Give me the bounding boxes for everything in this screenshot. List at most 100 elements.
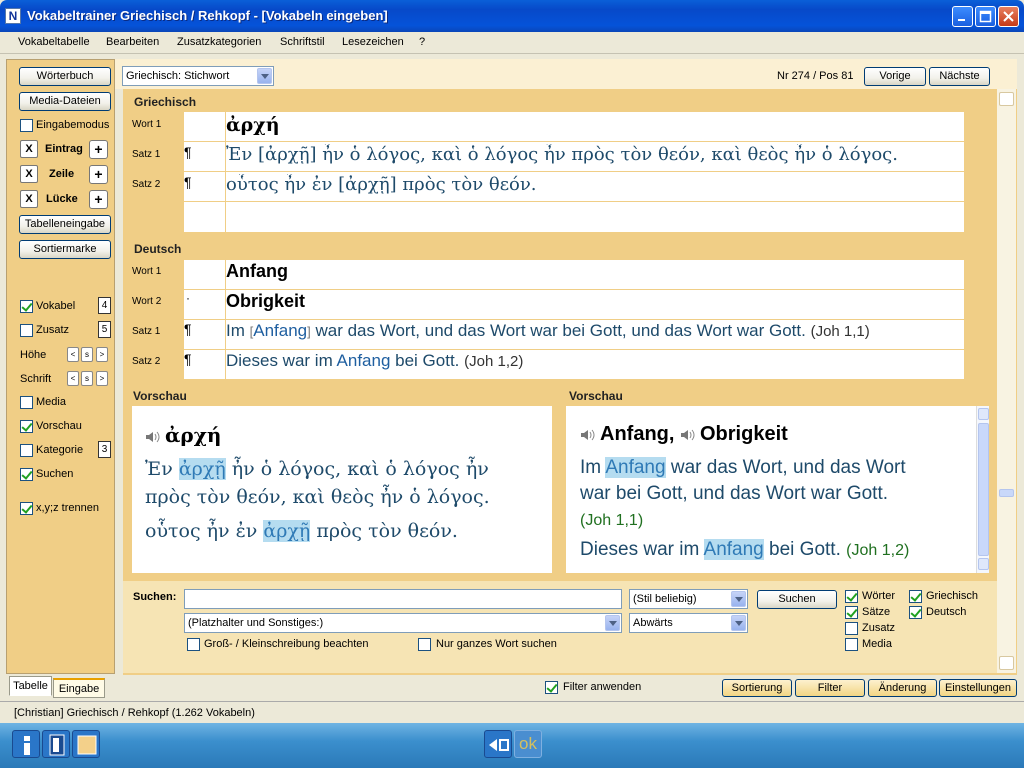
deutsch-checkbox[interactable] bbox=[909, 606, 922, 619]
vorschau-checkbox[interactable] bbox=[20, 420, 33, 433]
kategorie-checkbox[interactable] bbox=[20, 444, 33, 457]
vorschau-left-s2-post: πρὸς τὸν θεόν. bbox=[310, 520, 458, 542]
book-button[interactable] bbox=[42, 730, 70, 758]
filter-button[interactable]: Filter bbox=[795, 679, 865, 697]
eingabemodus-checkbox[interactable] bbox=[20, 119, 33, 132]
vorschau-right-s2-post: bei Gott. bbox=[763, 539, 841, 560]
kategorie-number[interactable]: 3 bbox=[98, 441, 111, 458]
naechste-button[interactable]: Nächste bbox=[929, 67, 990, 86]
eintrag-add-button[interactable]: + bbox=[89, 140, 108, 159]
suchen-button[interactable]: Suchen bbox=[757, 590, 837, 609]
deutsch-word1-cell[interactable]: Anfang bbox=[226, 261, 288, 282]
stil-select[interactable]: (Stil beliebig) bbox=[629, 589, 748, 609]
menu-schriftstil[interactable]: Schriftstil bbox=[280, 36, 325, 48]
platzhalter-select-value: (Platzhalter und Sonstiges:) bbox=[188, 617, 324, 629]
luecke-add-button[interactable]: + bbox=[89, 190, 108, 209]
vorige-button[interactable]: Vorige bbox=[864, 67, 926, 86]
einstellungen-button[interactable]: Einstellungen bbox=[939, 679, 1017, 697]
search-media-checkbox[interactable] bbox=[845, 638, 858, 651]
deutsch-satz2-cell[interactable]: Dieses war im Anfang bei Gott. (Joh 1,2) bbox=[226, 351, 523, 371]
vokabel-number[interactable]: 4 bbox=[98, 297, 111, 314]
luecke-remove-button[interactable]: X bbox=[20, 190, 38, 208]
app-icon[interactable]: N bbox=[5, 8, 21, 24]
zeile-add-button[interactable]: + bbox=[89, 165, 108, 184]
griechisch-checkbox[interactable] bbox=[909, 590, 922, 603]
greek-satz1-cell[interactable]: Ἐν [ἀρχῇ] ἦν ὁ λόγος, καὶ ὁ λόγος ἦν πρὸ… bbox=[226, 144, 962, 165]
row-label-satz2: Satz 2 bbox=[132, 356, 161, 367]
row-label-satz1: Satz 1 bbox=[132, 149, 161, 160]
tab-eingabe[interactable]: Eingabe bbox=[53, 678, 105, 698]
zusatz-number[interactable]: 5 bbox=[98, 321, 111, 338]
speaker-icon[interactable] bbox=[680, 429, 696, 441]
vokabel-checkbox[interactable] bbox=[20, 300, 33, 313]
suchen-checkbox[interactable] bbox=[20, 468, 33, 481]
vorschau-scrollbar[interactable] bbox=[976, 406, 989, 573]
close-icon bbox=[1003, 11, 1014, 22]
scroll-up-icon[interactable] bbox=[999, 92, 1014, 106]
media-dateien-button[interactable]: Media-Dateien bbox=[19, 92, 111, 111]
sortierung-button[interactable]: Sortierung bbox=[722, 679, 792, 697]
scroll-up-icon[interactable] bbox=[978, 408, 989, 420]
schrift-increase-button[interactable]: > bbox=[96, 371, 108, 386]
zusatz-checkbox[interactable] bbox=[20, 324, 33, 337]
menu-zusatzkategorien[interactable]: Zusatzkategorien bbox=[177, 36, 261, 48]
xyz-trennen-checkbox[interactable] bbox=[20, 502, 33, 515]
speaker-icon[interactable] bbox=[580, 429, 596, 441]
platzhalter-select[interactable]: (Platzhalter und Sonstiges:) bbox=[184, 613, 622, 633]
eintrag-remove-button[interactable]: X bbox=[20, 140, 38, 158]
tab-tabelle[interactable]: Tabelle bbox=[9, 676, 52, 696]
close-button[interactable] bbox=[998, 6, 1019, 27]
filter-anwenden-checkbox[interactable] bbox=[545, 681, 558, 694]
title-bar: N Vokabeltrainer Griechisch / Rehkopf - … bbox=[0, 0, 1024, 32]
scroll-down-icon[interactable] bbox=[978, 558, 989, 570]
richtung-select-value: Abwärts bbox=[633, 617, 673, 629]
minimize-button[interactable] bbox=[952, 6, 973, 27]
hoehe-decrease-button[interactable]: < bbox=[67, 347, 79, 362]
search-zusatz-checkbox[interactable] bbox=[845, 622, 858, 635]
ok-button[interactable]: ok bbox=[514, 730, 542, 758]
language-select[interactable]: Griechisch: Stichwort bbox=[122, 66, 274, 86]
scrollbar-thumb[interactable] bbox=[978, 423, 989, 556]
zeile-remove-button[interactable]: X bbox=[20, 165, 38, 183]
schrift-standard-button[interactable]: s bbox=[81, 371, 93, 386]
scrollbar-thumb[interactable] bbox=[999, 489, 1014, 497]
richtung-select[interactable]: Abwärts bbox=[629, 613, 748, 633]
luecke-label: Lücke bbox=[46, 193, 78, 205]
main-scrollbar[interactable] bbox=[997, 89, 1016, 673]
speaker-icon[interactable] bbox=[145, 431, 161, 443]
vorschau-left-s1-pre: Ἐν bbox=[145, 458, 179, 480]
woerterbuch-button[interactable]: Wörterbuch bbox=[19, 67, 111, 86]
sortiermarke-button[interactable]: Sortiermarke bbox=[19, 240, 111, 259]
saetze-checkbox[interactable] bbox=[845, 606, 858, 619]
info-button[interactable] bbox=[12, 730, 40, 758]
deutsch-word2-cell[interactable]: Obrigkeit bbox=[226, 291, 305, 312]
woerter-checkbox[interactable] bbox=[845, 590, 858, 603]
vorschau-right-s2-pre: Dieses war im bbox=[580, 539, 704, 560]
maximize-button[interactable] bbox=[975, 6, 996, 27]
media-checkbox[interactable] bbox=[20, 396, 33, 409]
vorschau-right-s1-keyword: Anfang bbox=[605, 457, 666, 478]
menu-vokabeltabelle[interactable]: Vokabeltabelle bbox=[18, 36, 90, 48]
menu-bearbeiten[interactable]: Bearbeiten bbox=[106, 36, 159, 48]
chevron-down-icon bbox=[605, 615, 620, 631]
aenderung-button[interactable]: Änderung bbox=[868, 679, 937, 697]
tabelleneingabe-button[interactable]: Tabelleneingabe bbox=[19, 215, 111, 234]
language-select-value: Griechisch: Stichwort bbox=[126, 70, 230, 82]
vorschau-left-satz2: οὗτος ἦν ἐν ἀρχῇ πρὸς τὸν θεόν. bbox=[145, 517, 458, 545]
hoehe-standard-button[interactable]: s bbox=[81, 347, 93, 362]
card-button[interactable] bbox=[72, 730, 100, 758]
vorschau-left-s2-keyword: ἀρχῇ bbox=[263, 520, 311, 542]
ganzes-wort-checkbox[interactable] bbox=[418, 638, 431, 651]
menu-help[interactable]: ? bbox=[419, 36, 425, 48]
search-input[interactable] bbox=[184, 589, 622, 609]
gross-klein-checkbox[interactable] bbox=[187, 638, 200, 651]
schrift-decrease-button[interactable]: < bbox=[67, 371, 79, 386]
vorschau-left-s1-line2: πρὸς τὸν θεόν, καὶ θεὸς ἦν ὁ λόγος. bbox=[145, 486, 490, 508]
deutsch-satz1-cell[interactable]: Im [Anfang] war das Wort, und das Wort w… bbox=[226, 321, 962, 341]
greek-word1-cell[interactable]: ἀρχή bbox=[226, 114, 280, 136]
back-button[interactable] bbox=[484, 730, 512, 758]
scroll-down-icon[interactable] bbox=[999, 656, 1014, 670]
menu-lesezeichen[interactable]: Lesezeichen bbox=[342, 36, 404, 48]
greek-satz2-cell[interactable]: οὗτος ἦν ἐν [ἀρχῇ] πρὸς τὸν θεόν. bbox=[226, 174, 537, 195]
hoehe-increase-button[interactable]: > bbox=[96, 347, 108, 362]
